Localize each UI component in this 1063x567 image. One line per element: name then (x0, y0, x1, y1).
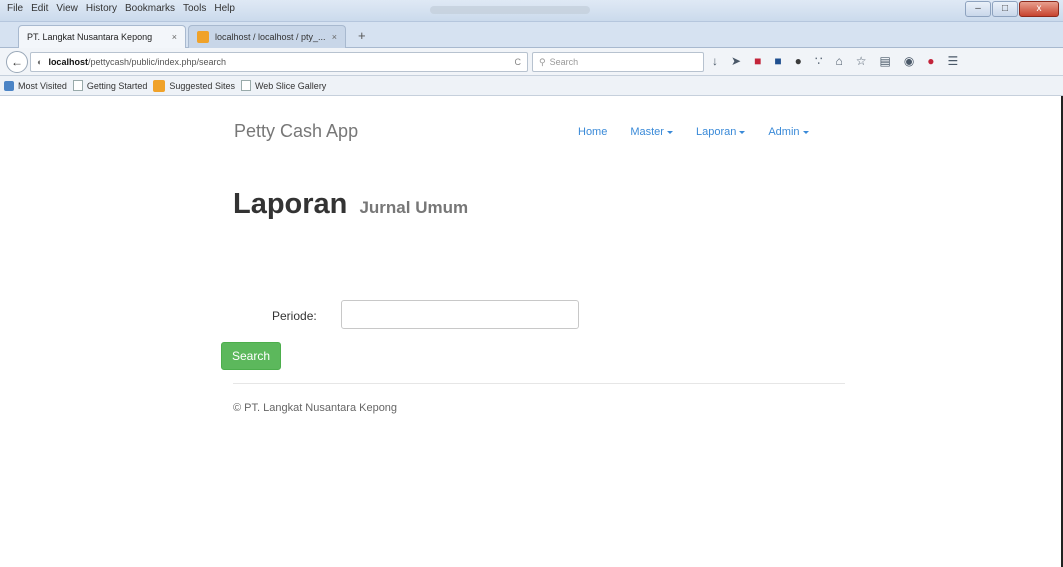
addon-blue-icon[interactable]: ■ (774, 54, 781, 68)
window-controls: – □ x (965, 1, 1059, 17)
site-identity-icon[interactable]: ◐ (37, 57, 42, 67)
bookmark-label: Getting Started (86, 80, 148, 91)
browser-navbar: ← ◐ localhost/pettycash/public/index.php… (0, 48, 1063, 76)
footer-copyright: © PT. Langkat Nusantara Kepong (233, 402, 398, 414)
download-icon[interactable]: ↓ (712, 54, 718, 68)
nav-home[interactable]: Home (578, 126, 607, 138)
tab-strip: PT. Langkat Nusantara Kepong × localhost… (0, 22, 1063, 48)
back-arrow-icon[interactable]: ← (6, 51, 28, 73)
search-placeholder: Search (549, 57, 579, 67)
page-subtitle: Jurnal Umum (359, 198, 469, 217)
tab-label: PT. Langkat Nusantara Kepong (27, 32, 153, 42)
menu-edit[interactable]: Edit (30, 3, 49, 14)
search-button[interactable]: Search (221, 342, 281, 370)
maximize-button[interactable]: □ (992, 1, 1018, 17)
footer-divider (233, 383, 845, 384)
reload-icon[interactable]: C (515, 57, 522, 67)
new-tab-button[interactable]: + (358, 28, 366, 43)
nav-laporan[interactable]: Laporan (695, 126, 746, 138)
suggested-sites-icon (153, 79, 166, 92)
menu-file[interactable]: File (6, 3, 24, 14)
browser-menubar: File Edit View History Bookmarks Tools H… (6, 3, 236, 14)
pocket-icon[interactable]: ◉ (904, 54, 914, 68)
bookmark-getting-started[interactable]: Getting Started (72, 80, 148, 91)
tab-label: localhost / localhost / pty_... (215, 32, 326, 42)
tab-close-icon[interactable]: × (172, 32, 177, 42)
bookmark-label: Suggested Sites (169, 80, 235, 91)
caret-down-icon (666, 131, 673, 134)
bookmark-web-slice-gallery[interactable]: Web Slice Gallery (240, 80, 327, 91)
addon-small-icon[interactable]: ∵ (815, 54, 823, 68)
tab-inactive[interactable]: localhost / localhost / pty_... × (188, 25, 346, 48)
bookmark-label: Most Visited (18, 80, 67, 91)
addon-shield-icon[interactable]: ● (927, 54, 934, 68)
page-icon (240, 80, 251, 91)
browser-titlebar: File Edit View History Bookmarks Tools H… (0, 0, 1063, 22)
url-path: /pettycash/public/index.php/search (87, 57, 227, 67)
bookmark-most-visited[interactable]: Most Visited (4, 80, 67, 91)
nav-label: Admin (768, 126, 800, 138)
top-navigation: Home Master Laporan Admin (578, 126, 832, 138)
bookmark-star-icon[interactable]: ☆ (856, 54, 867, 68)
bookmark-suggested-sites[interactable]: Suggested Sites (153, 79, 235, 92)
browser-search-box[interactable]: ⚲ Search (532, 52, 704, 72)
toolbar-icons: ↓ ➤ ■ ■ ● ∵ ⌂ ☆ ▤ ◉ ● ☰ (712, 54, 958, 68)
nav-label: Master (630, 126, 664, 138)
url-host: localhost (48, 57, 88, 67)
menu-bookmarks[interactable]: Bookmarks (124, 3, 176, 14)
magnifier-icon: ⚲ (539, 56, 546, 67)
send-icon[interactable]: ➤ (731, 54, 741, 68)
page-title: Laporan Jurnal Umum (233, 188, 468, 221)
window-title-blurred (430, 6, 590, 14)
caret-down-icon (802, 131, 809, 134)
tab-active[interactable]: PT. Langkat Nusantara Kepong × (18, 25, 186, 48)
page-icon (72, 80, 83, 91)
addon-red-icon[interactable]: ■ (754, 54, 761, 68)
bookmark-label: Web Slice Gallery (254, 80, 327, 91)
app-brand[interactable]: Petty Cash App (234, 121, 358, 142)
page-title-text: Laporan (233, 188, 348, 220)
menu-help[interactable]: Help (213, 3, 236, 14)
tab-close-icon[interactable]: × (332, 32, 337, 42)
home-icon[interactable]: ⌂ (835, 54, 842, 68)
bookmarks-menu-icon[interactable]: ▤ (879, 54, 890, 68)
bookmarks-toolbar: Most Visited Getting Started Suggested S… (0, 76, 1063, 96)
menu-view[interactable]: View (55, 3, 79, 14)
minimize-button[interactable]: – (965, 1, 991, 17)
nav-label: Laporan (695, 126, 737, 138)
phpmyadmin-favicon-icon (197, 31, 209, 43)
close-window-button[interactable]: x (1019, 1, 1059, 17)
addon-dark-icon[interactable]: ● (795, 54, 802, 68)
menu-history[interactable]: History (85, 3, 118, 14)
address-bar[interactable]: ◐ localhost/pettycash/public/index.php/s… (30, 52, 528, 72)
hamburger-menu-icon[interactable]: ☰ (948, 54, 959, 68)
menu-tools[interactable]: Tools (182, 3, 207, 14)
nav-admin[interactable]: Admin (768, 126, 809, 138)
most-visited-icon (4, 80, 14, 91)
periode-label: Periode: (272, 309, 317, 323)
page-content: Petty Cash App Home Master Laporan Admin… (0, 96, 1063, 567)
periode-input[interactable] (341, 300, 579, 329)
caret-down-icon (739, 131, 746, 134)
nav-label: Home (578, 126, 608, 138)
nav-master[interactable]: Master (630, 126, 673, 138)
